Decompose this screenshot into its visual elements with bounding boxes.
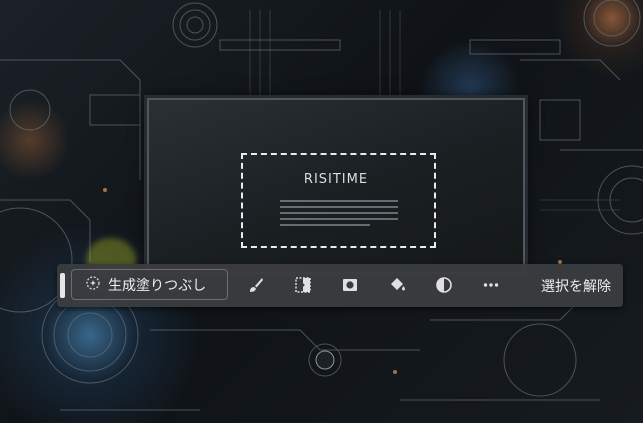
generative-fill-label: 生成塗りつぶし [108, 277, 207, 294]
mask-icon[interactable] [339, 274, 361, 296]
paint-bucket-icon[interactable] [386, 274, 408, 296]
sparkle-icon [85, 275, 101, 295]
generative-fill-button[interactable]: 生成塗りつぶし [71, 269, 228, 300]
drag-handle[interactable] [60, 273, 65, 298]
selection-marquee[interactable] [241, 153, 436, 248]
deselect-button[interactable]: 選択を解除 [541, 276, 611, 296]
invert-selection-icon[interactable] [292, 274, 314, 296]
image-canvas[interactable]: RISITIME 生成塗りつぶし 選択を解除 [0, 0, 643, 423]
brush-icon[interactable] [245, 274, 267, 296]
adjustment-icon[interactable] [433, 274, 455, 296]
contextual-taskbar: 生成塗りつぶし 選択を解除 [57, 264, 623, 307]
more-icon[interactable] [480, 274, 502, 296]
